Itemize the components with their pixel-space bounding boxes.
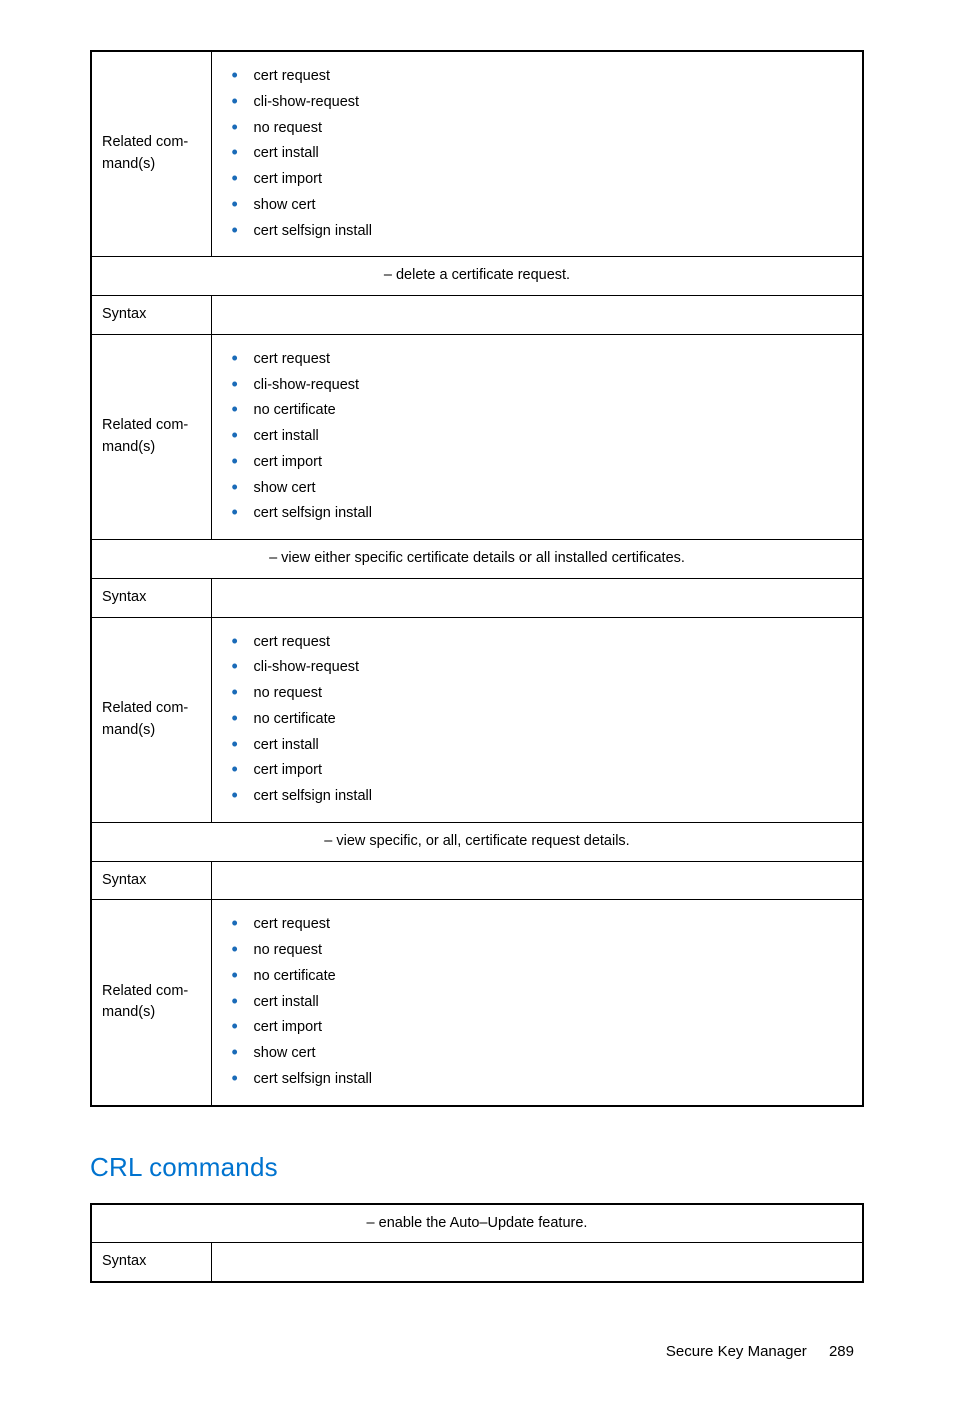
table-row: Related com­mand(s) cert request cli-sho…	[91, 334, 863, 539]
syntax-cell	[211, 1243, 863, 1282]
table-row: Syntax	[91, 578, 863, 617]
table-row: – delete a certificate request.	[91, 257, 863, 296]
list-item: no request	[232, 681, 853, 707]
list-item: no certificate	[232, 964, 853, 990]
table-row: – view specific, or all, certificate req…	[91, 822, 863, 861]
certificate-commands-table: Related com­mand(s) cert request cli-sho…	[90, 50, 864, 1107]
related-commands-label: Related com­mand(s)	[91, 51, 211, 257]
footer-doc-title: Secure Key Manager	[666, 1343, 807, 1360]
command-description: – delete a certificate request.	[91, 257, 863, 296]
list-item: cert request	[232, 347, 853, 373]
command-list: cert request cli-show-request no request…	[222, 630, 853, 810]
list-item: cert selfsign install	[232, 784, 853, 810]
list-item: cert selfsign install	[232, 1067, 853, 1093]
table-row: Related com­mand(s) cert request no requ…	[91, 900, 863, 1106]
list-item: cert import	[232, 758, 853, 784]
list-item: cert selfsign install	[232, 219, 853, 245]
list-item: cert install	[232, 141, 853, 167]
list-item: cert request	[232, 912, 853, 938]
related-commands-cell: cert request cli-show-request no request…	[211, 617, 863, 822]
command-description: – view either specific certificate detai…	[91, 540, 863, 579]
list-item: cert install	[232, 424, 853, 450]
list-item: no certificate	[232, 398, 853, 424]
syntax-cell	[211, 578, 863, 617]
related-commands-cell: cert request cli-show-request no certifi…	[211, 334, 863, 539]
list-item: cert request	[232, 64, 853, 90]
list-item: no request	[232, 116, 853, 142]
command-description: – enable the Auto–Update feature.	[91, 1204, 863, 1243]
related-commands-cell: cert request no request no certificate c…	[211, 900, 863, 1106]
list-item: show cert	[232, 193, 853, 219]
table-row: Syntax	[91, 861, 863, 900]
table-row: Related com­mand(s) cert request cli-sho…	[91, 617, 863, 822]
command-description: – view specific, or all, certificate req…	[91, 822, 863, 861]
command-list: cert request no request no certificate c…	[222, 912, 853, 1092]
command-list: cert request cli-show-request no request…	[222, 64, 853, 244]
command-list: cert request cli-show-request no certifi…	[222, 347, 853, 527]
related-commands-cell: cert request cli-show-request no request…	[211, 51, 863, 257]
list-item: cli-show-request	[232, 655, 853, 681]
table-row: Syntax	[91, 296, 863, 335]
page-footer: Secure Key Manager 289	[90, 1343, 864, 1360]
list-item: cert selfsign install	[232, 501, 853, 527]
related-commands-label: Related com­mand(s)	[91, 900, 211, 1106]
syntax-cell	[211, 861, 863, 900]
list-item: cert import	[232, 167, 853, 193]
footer-page-number: 289	[829, 1343, 854, 1360]
list-item: cli-show-request	[232, 373, 853, 399]
list-item: no request	[232, 938, 853, 964]
list-item: cert install	[232, 990, 853, 1016]
syntax-label: Syntax	[91, 296, 211, 335]
list-item: cert import	[232, 1015, 853, 1041]
list-item: cert request	[232, 630, 853, 656]
list-item: cert import	[232, 450, 853, 476]
list-item: cert install	[232, 733, 853, 759]
page-content: Related com­mand(s) cert request cli-sho…	[0, 0, 954, 1420]
list-item: no certificate	[232, 707, 853, 733]
syntax-label: Syntax	[91, 861, 211, 900]
list-item: show cert	[232, 476, 853, 502]
list-item: cli-show-request	[232, 90, 853, 116]
related-commands-label: Related com­mand(s)	[91, 617, 211, 822]
syntax-cell	[211, 296, 863, 335]
section-heading-crl: CRL commands	[90, 1152, 864, 1183]
table-row: – enable the Auto–Update feature.	[91, 1204, 863, 1243]
syntax-label: Syntax	[91, 1243, 211, 1282]
crl-commands-table: – enable the Auto–Update feature. Syntax	[90, 1203, 864, 1284]
table-row: Related com­mand(s) cert request cli-sho…	[91, 51, 863, 257]
table-row: – view either specific certificate detai…	[91, 540, 863, 579]
related-commands-label: Related com­mand(s)	[91, 334, 211, 539]
list-item: show cert	[232, 1041, 853, 1067]
table-row: Syntax	[91, 1243, 863, 1282]
syntax-label: Syntax	[91, 578, 211, 617]
